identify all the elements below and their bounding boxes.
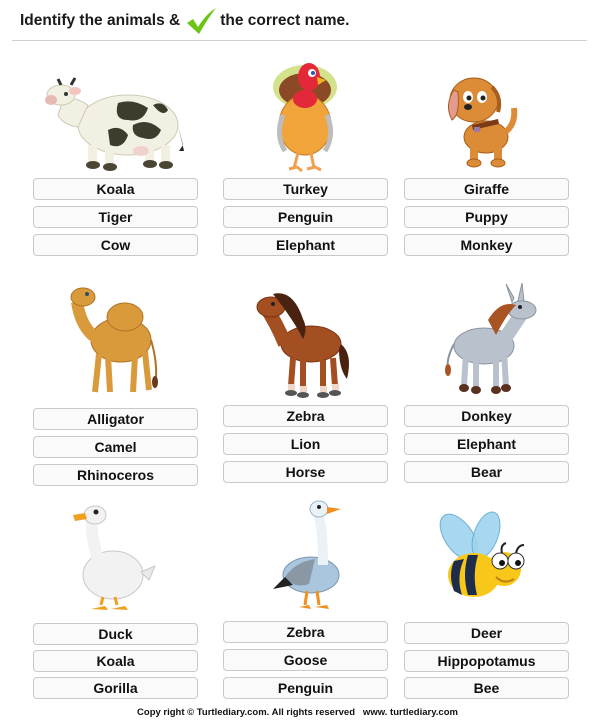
option-camel[interactable]: Camel — [33, 436, 198, 458]
option-hippopotamus[interactable]: Hippopotamus — [404, 650, 569, 672]
camel-image — [33, 282, 198, 402]
option-elephant[interactable]: Elephant — [223, 234, 388, 256]
cow-image — [33, 55, 198, 175]
puppy-image — [404, 55, 569, 175]
option-turkey[interactable]: Turkey — [223, 178, 388, 200]
option-bee[interactable]: Bee — [404, 677, 569, 699]
option-lion[interactable]: Lion — [223, 433, 388, 455]
option-alligator[interactable]: Alligator — [33, 408, 198, 430]
checkmark-icon — [184, 6, 218, 36]
title-text-after: the correct name. — [220, 12, 350, 29]
option-elephant[interactable]: Elephant — [404, 433, 569, 455]
turkey-image — [223, 55, 388, 175]
option-koala[interactable]: Koala — [33, 178, 198, 200]
bee-image — [404, 497, 569, 617]
horse-image — [223, 282, 388, 402]
option-tiger[interactable]: Tiger — [33, 206, 198, 228]
option-monkey[interactable]: Monkey — [404, 234, 569, 256]
option-zebra[interactable]: Zebra — [223, 405, 388, 427]
option-koala[interactable]: Koala — [33, 650, 198, 672]
option-deer[interactable]: Deer — [404, 622, 569, 644]
goose-image — [223, 497, 388, 617]
option-horse[interactable]: Horse — [223, 461, 388, 483]
worksheet-title: Identify the animals & the correct name. — [20, 6, 349, 36]
option-giraffe[interactable]: Giraffe — [404, 178, 569, 200]
option-cow[interactable]: Cow — [33, 234, 198, 256]
duck-image — [33, 497, 198, 617]
option-gorilla[interactable]: Gorilla — [33, 677, 198, 699]
copyright-footer: Copy right © Turtlediary.com. All rights… — [137, 707, 458, 718]
title-divider — [12, 40, 587, 41]
option-goose[interactable]: Goose — [223, 649, 388, 671]
option-puppy[interactable]: Puppy — [404, 206, 569, 228]
option-bear[interactable]: Bear — [404, 461, 569, 483]
option-zebra[interactable]: Zebra — [223, 621, 388, 643]
donkey-image — [404, 282, 569, 402]
option-penguin[interactable]: Penguin — [223, 677, 388, 699]
option-donkey[interactable]: Donkey — [404, 405, 569, 427]
option-penguin[interactable]: Penguin — [223, 206, 388, 228]
option-rhinoceros[interactable]: Rhinoceros — [33, 464, 198, 486]
title-text-before: Identify the animals & — [20, 12, 181, 29]
option-duck[interactable]: Duck — [33, 623, 198, 645]
